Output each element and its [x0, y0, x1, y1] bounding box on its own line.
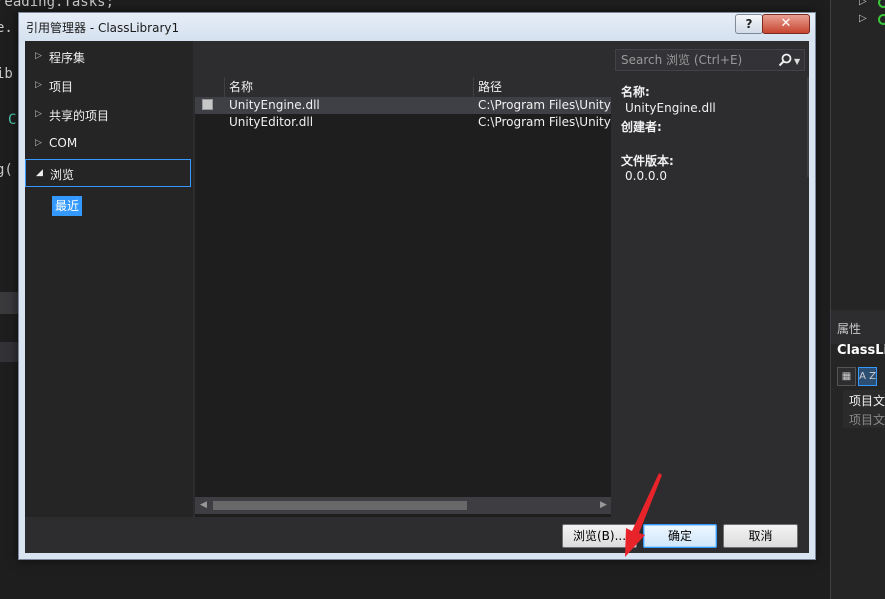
nav-item-label: 程序集: [49, 51, 86, 65]
row-checkbox[interactable]: [202, 99, 213, 110]
nav-item-shared-projects[interactable]: ▷ 共享的项目: [25, 101, 191, 128]
detail-version-value: 0.0.0.0: [625, 169, 667, 183]
expand-arrow-icon[interactable]: ▷: [859, 0, 867, 7]
expand-arrow-icon: ▷: [35, 109, 42, 119]
editor-panel-strip: [0, 342, 20, 362]
expand-arrow-icon: ▷: [35, 51, 42, 61]
scroll-left-icon[interactable]: ◀: [200, 500, 207, 510]
nav-item-label: 项目: [49, 80, 74, 94]
code-line: g(: [0, 162, 13, 178]
help-button[interactable]: ?: [735, 14, 763, 34]
row-path: C:\Program Files\Unity\: [478, 115, 611, 129]
expand-arrow-icon[interactable]: ▷: [859, 13, 867, 24]
code-line: ib: [0, 66, 13, 82]
nav-item-browse[interactable]: ◢ 浏览: [25, 159, 191, 187]
item-status-icon: [878, 14, 885, 25]
category-nav: ▷ 程序集 ▷ 项目 ▷ 共享的项目 ▷ COM ◢ 浏览 最近: [25, 41, 193, 517]
search-icon[interactable]: [778, 53, 792, 67]
nav-item-label: 浏览: [50, 168, 75, 182]
properties-title: 属性: [837, 322, 862, 336]
nav-item-com[interactable]: ▷ COM: [25, 130, 191, 157]
row-name: UnityEditor.dll: [229, 115, 314, 129]
code-line: e.: [0, 20, 13, 36]
details-scrollbar[interactable]: [807, 77, 809, 177]
dialog-title: 引用管理器 - ClassLibrary1: [26, 21, 180, 35]
reference-list: 名称 路径 UnityEngine.dll C:\Program Files\U…: [195, 77, 611, 517]
detail-name-value: UnityEngine.dll: [625, 101, 716, 115]
scrollbar-thumb[interactable]: [213, 501, 467, 510]
cancel-button[interactable]: 取消: [723, 524, 798, 548]
details-pane: 名称: UnityEngine.dll 创建者: 文件版本: 0.0.0.0: [615, 77, 805, 517]
code-line: C: [8, 112, 17, 128]
annotation-arrow-icon: [625, 473, 662, 557]
table-row[interactable]: UnityEditor.dll C:\Program Files\Unity\: [195, 114, 611, 131]
column-header-path[interactable]: 路径: [474, 77, 611, 97]
editor-panel-strip: [0, 292, 20, 314]
list-header: 名称 路径: [195, 77, 611, 97]
search-box[interactable]: ▼: [615, 49, 805, 71]
nav-item-projects[interactable]: ▷ 项目: [25, 72, 191, 99]
row-path: C:\Program Files\Unity\: [478, 98, 611, 112]
nav-subitem-recent[interactable]: 最近: [52, 196, 83, 216]
dialog-client: ▷ 程序集 ▷ 项目 ▷ 共享的项目 ▷ COM ◢ 浏览 最近 Search …: [25, 41, 809, 557]
item-status-icon: [878, 0, 885, 8]
detail-creator-label: 创建者:: [621, 120, 662, 134]
properties-object-name: ClassLib: [837, 343, 885, 358]
scroll-right-icon[interactable]: ▶: [600, 500, 607, 510]
horizontal-scrollbar[interactable]: ◀ ▶: [195, 497, 611, 514]
table-row[interactable]: UnityEngine.dll C:\Program Files\Unity\: [195, 97, 611, 114]
nav-item-label: COM: [49, 136, 78, 150]
alphabetical-sort-icon[interactable]: A Z: [858, 367, 877, 386]
solution-explorer-panel: ▷ ▷ 属性 ClassLib ▦ A Z 项目文 项目文: [830, 0, 885, 599]
code-line: reading.Tasks;: [0, 0, 115, 10]
column-header-name[interactable]: 名称: [225, 77, 474, 97]
categorized-view-icon[interactable]: ▦: [837, 367, 856, 386]
collapse-arrow-icon: ◢: [36, 168, 43, 178]
row-name: UnityEngine.dll: [229, 98, 320, 112]
reference-manager-dialog: 引用管理器 - ClassLibrary1 ? ✕ ▷ 程序集 ▷ 项目 ▷ 共…: [18, 12, 816, 560]
close-button[interactable]: ✕: [762, 14, 810, 34]
column-header-check[interactable]: [195, 77, 225, 97]
nav-item-assemblies[interactable]: ▷ 程序集: [25, 43, 191, 70]
dialog-titlebar[interactable]: 引用管理器 - ClassLibrary1 ? ✕: [19, 13, 815, 41]
detail-version-label: 文件版本:: [621, 154, 674, 168]
search-input[interactable]: [618, 52, 774, 68]
expand-arrow-icon: ▷: [35, 80, 42, 90]
chevron-down-icon[interactable]: ▼: [794, 57, 800, 66]
detail-name-label: 名称:: [621, 85, 650, 99]
property-row[interactable]: 项目文: [849, 411, 885, 428]
expand-arrow-icon: ▷: [35, 138, 42, 148]
property-row[interactable]: 项目文: [849, 392, 885, 409]
nav-item-label: 共享的项目: [49, 109, 110, 123]
